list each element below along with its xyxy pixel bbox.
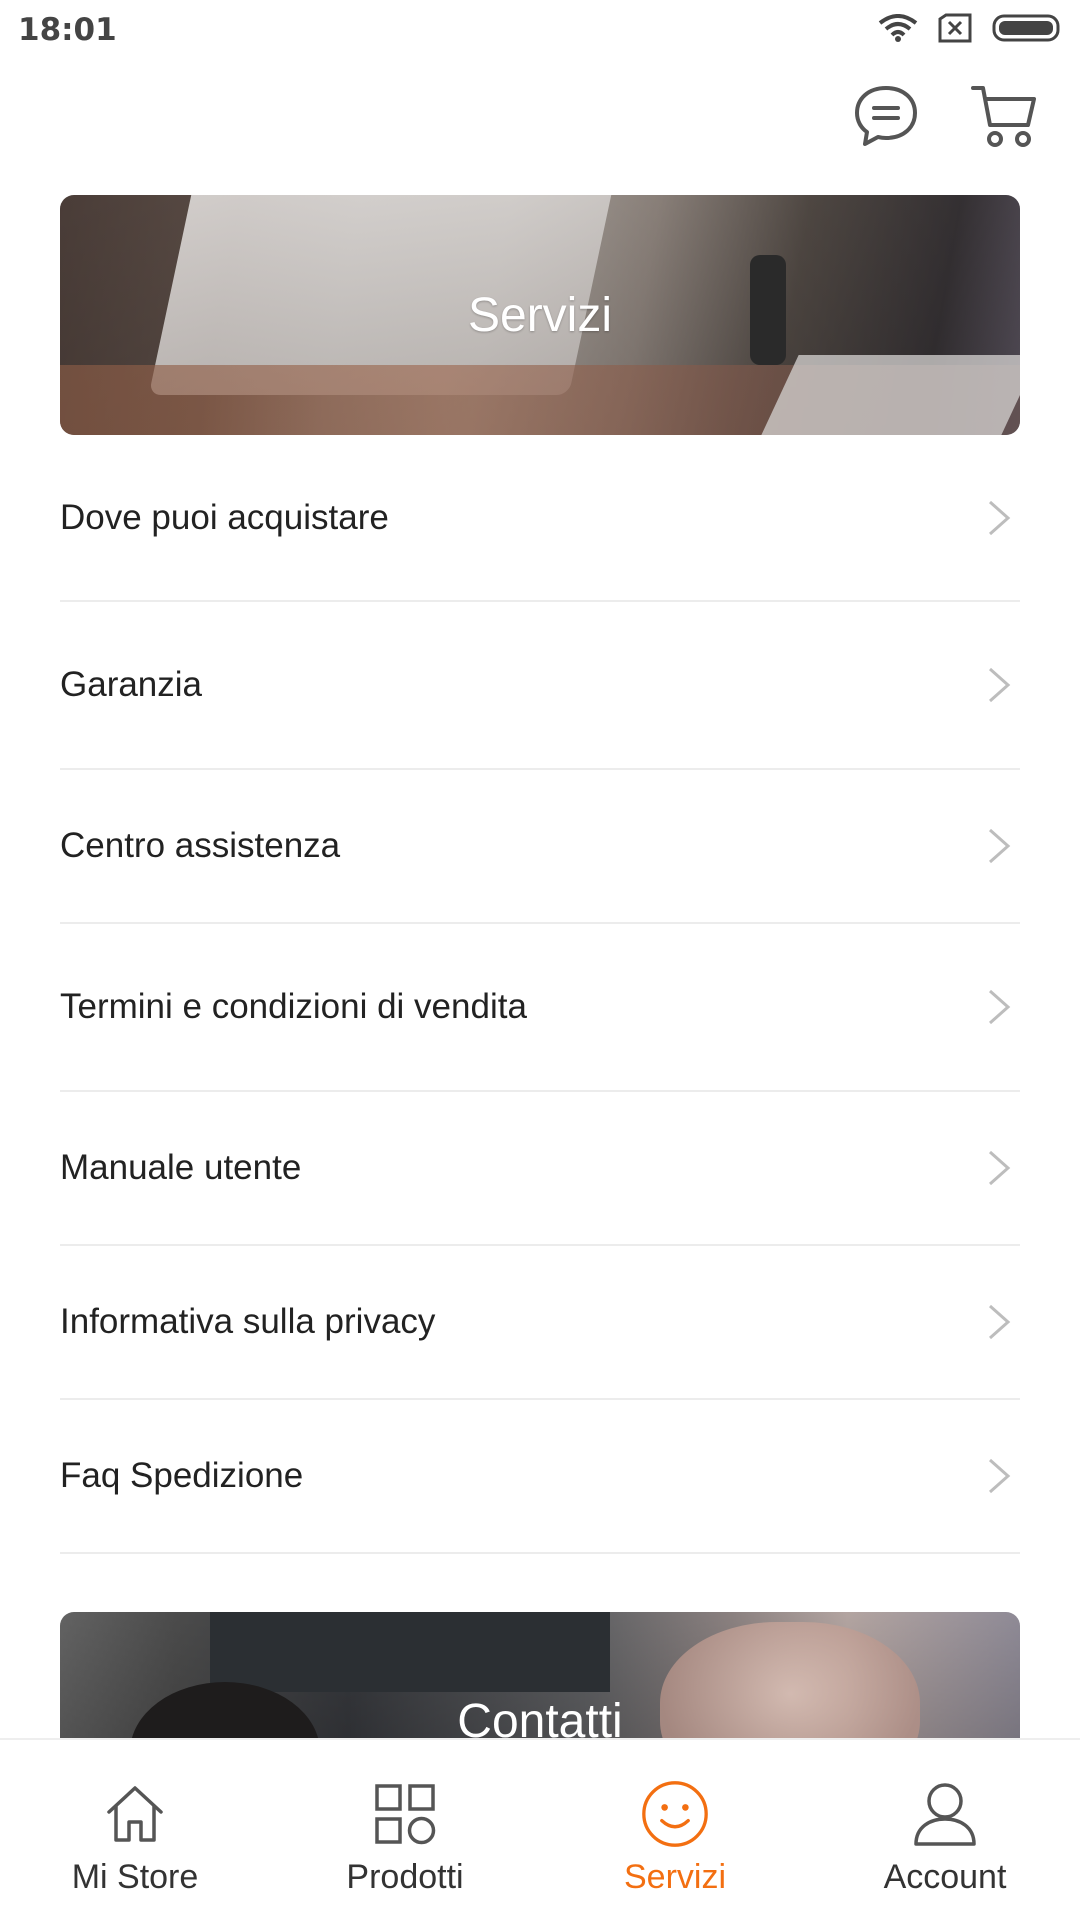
menu-item-label: Faq Spedizione: [60, 1456, 304, 1495]
services-menu-list: Dove puoi acquistare Garanzia Centro ass…: [60, 436, 1020, 1554]
nav-item-mi-store[interactable]: Mi Store: [0, 1740, 270, 1920]
menu-item-label: Informativa sulla privacy: [60, 1302, 436, 1341]
chevron-right-icon: [984, 665, 1014, 705]
battery-icon: [992, 13, 1064, 48]
chevron-right-icon: [984, 1456, 1014, 1496]
nav-item-account[interactable]: Account: [810, 1740, 1080, 1920]
wifi-icon: [878, 13, 918, 47]
chat-button[interactable]: [850, 82, 922, 154]
services-banner: Servizi: [60, 195, 1020, 435]
menu-item-label: Dove puoi acquistare: [60, 498, 389, 537]
chevron-right-icon: [984, 987, 1014, 1027]
status-icons: [878, 13, 1064, 48]
nav-label: Prodotti: [346, 1858, 464, 1896]
status-time: 18:01: [18, 12, 117, 48]
chevron-right-icon: [984, 1302, 1014, 1342]
menu-item-warranty[interactable]: Garanzia: [60, 602, 1020, 770]
menu-item-service-center[interactable]: Centro assistenza: [60, 770, 1020, 924]
menu-item-label: Manuale utente: [60, 1148, 302, 1187]
services-screen: 18:01 Servizi Dove puoi acquistare Garan…: [0, 0, 1080, 1920]
menu-item-shipping-faq[interactable]: Faq Spedizione: [60, 1400, 1020, 1554]
nav-item-products[interactable]: Prodotti: [270, 1740, 540, 1920]
contacts-banner-title: Contatti: [457, 1695, 623, 1742]
cart-button[interactable]: [968, 82, 1040, 154]
home-icon: [101, 1780, 169, 1848]
nav-label: Servizi: [623, 1858, 727, 1896]
bottom-navigation: Mi Store Prodotti Servizi Account: [0, 1738, 1080, 1920]
header-actions: [850, 82, 1040, 154]
menu-item-user-manual[interactable]: Manuale utente: [60, 1092, 1020, 1246]
chevron-right-icon: [984, 498, 1014, 538]
banner-title: Servizi: [467, 288, 613, 342]
nav-label: Account: [883, 1858, 1007, 1896]
menu-item-terms-of-sale[interactable]: Termini e condizioni di vendita: [60, 924, 1020, 1092]
menu-item-label: Termini e condizioni di vendita: [60, 987, 527, 1026]
smiley-icon: [641, 1780, 709, 1848]
nav-label: Mi Store: [71, 1858, 199, 1896]
contacts-banner-screen-shape: [210, 1612, 610, 1692]
menu-item-where-to-buy[interactable]: Dove puoi acquistare: [60, 436, 1020, 602]
user-icon: [911, 1780, 979, 1848]
chevron-right-icon: [984, 826, 1014, 866]
menu-item-privacy-policy[interactable]: Informativa sulla privacy: [60, 1246, 1020, 1400]
nav-item-services[interactable]: Servizi: [540, 1740, 810, 1920]
status-bar: 18:01: [0, 0, 1080, 60]
chevron-right-icon: [984, 1148, 1014, 1188]
contacts-banner[interactable]: Contatti: [60, 1612, 1020, 1742]
menu-item-label: Garanzia: [60, 665, 203, 704]
grid-icon: [371, 1780, 439, 1848]
sim-off-icon: [938, 13, 972, 48]
cart-icon: [970, 83, 1038, 154]
menu-item-label: Centro assistenza: [60, 826, 341, 865]
chat-icon: [853, 84, 919, 153]
